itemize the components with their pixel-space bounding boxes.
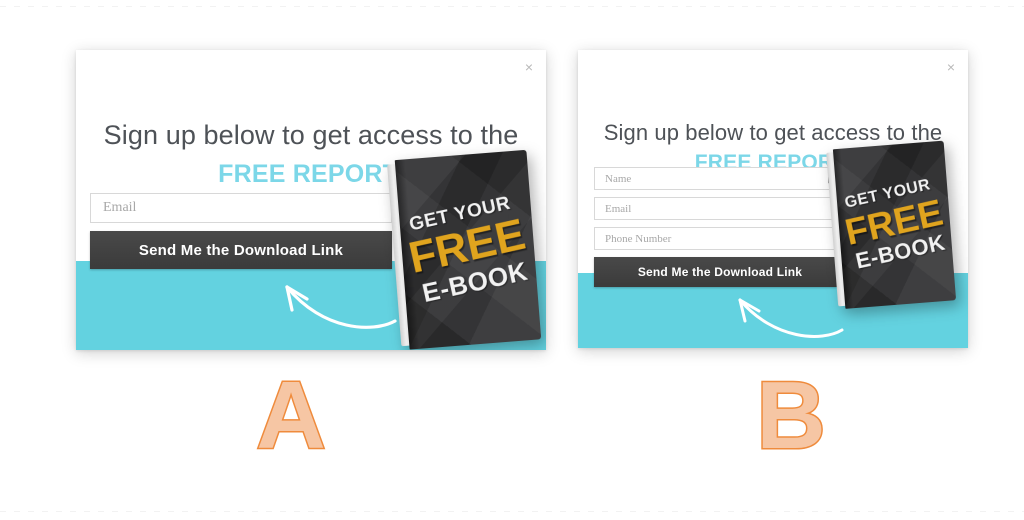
- variant-label-a: A: [255, 362, 327, 469]
- comparison-canvas: × Sign up below to get access to the FRE…: [0, 0, 1024, 520]
- popup-headline-b: Sign up below to get access to the: [603, 120, 943, 145]
- page-top-divider: [0, 6, 1024, 7]
- name-field[interactable]: Name: [594, 167, 846, 190]
- email-field-placeholder: Email: [103, 200, 137, 215]
- close-icon[interactable]: ×: [521, 59, 537, 75]
- ebook-cover-image-a: GET YOUR FREE E-BOOK: [387, 149, 542, 350]
- submit-button[interactable]: Send Me the Download Link: [90, 231, 392, 269]
- signup-form-b: Name Email Phone Number Send Me the Down…: [594, 167, 846, 287]
- signup-form-a: Email Send Me the Download Link: [90, 193, 392, 269]
- page-bottom-divider: [0, 511, 1024, 512]
- email-field[interactable]: Email: [594, 197, 846, 220]
- email-field-placeholder: Email: [605, 202, 632, 215]
- phone-field-placeholder: Phone Number: [605, 232, 672, 245]
- ebook-cover: GET YOUR FREE E-BOOK: [832, 140, 957, 309]
- ebook-cover: GET YOUR FREE E-BOOK: [395, 149, 542, 350]
- phone-field[interactable]: Phone Number: [594, 227, 846, 250]
- close-icon[interactable]: ×: [943, 59, 959, 75]
- ebook-cover-image-b: GET YOUR FREE E-BOOK: [826, 140, 957, 309]
- submit-button[interactable]: Send Me the Download Link: [594, 257, 846, 287]
- popup-headline-a: Sign up below to get access to the: [103, 120, 519, 150]
- name-field-placeholder: Name: [605, 172, 632, 185]
- popup-variant-b: × Sign up below to get access to the FRE…: [578, 50, 968, 348]
- popup-variant-a: × Sign up below to get access to the FRE…: [76, 50, 546, 350]
- variant-label-b: B: [755, 362, 827, 469]
- email-field[interactable]: Email: [90, 193, 392, 223]
